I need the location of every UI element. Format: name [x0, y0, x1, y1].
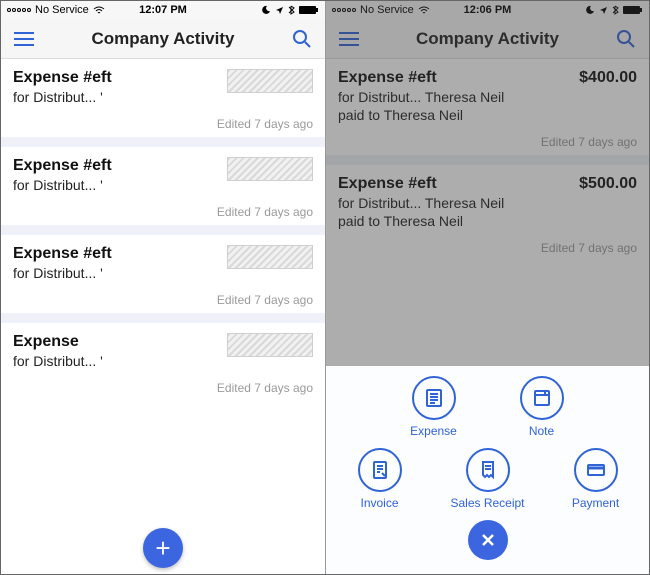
location-icon	[275, 6, 284, 15]
expense-title: Expense #eft	[13, 245, 112, 263]
moon-icon	[261, 5, 271, 15]
search-icon	[292, 29, 312, 49]
expense-subtitle: for Distribut... '	[13, 265, 112, 281]
status-bar: No Service 12:07 PM	[1, 1, 325, 19]
expense-subtitle: for Distribut... '	[13, 353, 103, 369]
expense-title: Expense	[13, 333, 103, 351]
amount-placeholder	[227, 69, 313, 93]
close-sheet-button[interactable]	[468, 520, 508, 560]
search-button[interactable]	[289, 26, 315, 52]
invoice-icon	[369, 459, 391, 481]
sheet-item-note[interactable]: Note	[500, 376, 584, 438]
sheet-item-payment[interactable]: Payment	[554, 448, 638, 510]
sheet-label: Payment	[572, 496, 619, 510]
plus-icon: +	[155, 535, 170, 561]
sheet-label: Invoice	[360, 496, 398, 510]
screen-left: No Service 12:07 PM Company Activity	[1, 1, 325, 574]
amount-placeholder	[227, 157, 313, 181]
expense-title: Expense #eft	[13, 69, 112, 87]
edited-label: Edited 7 days ago	[13, 205, 313, 219]
page-title: Company Activity	[92, 29, 235, 49]
screen-right: No Service 12:06 PM Company Activity	[325, 1, 649, 574]
sheet-item-invoice[interactable]: Invoice	[338, 448, 422, 510]
expense-title: Expense #eft	[13, 157, 112, 175]
list-item[interactable]: Expense #eft for Distribut... ' Edited 7…	[1, 59, 325, 137]
sheet-label: Expense	[410, 424, 457, 438]
sheet-item-sales-receipt[interactable]: Sales Receipt	[446, 448, 530, 510]
list-item[interactable]: Expense for Distribut... ' Edited 7 days…	[1, 323, 325, 401]
sheet-label: Note	[529, 424, 554, 438]
battery-icon	[299, 5, 319, 15]
menu-button[interactable]	[11, 26, 37, 52]
list-separator	[1, 137, 325, 147]
expense-icon	[423, 387, 445, 409]
list-separator	[1, 313, 325, 323]
activity-list[interactable]: Expense #eft for Distribut... ' Edited 7…	[1, 59, 325, 574]
expense-subtitle: for Distribut... '	[13, 89, 112, 105]
list-separator	[1, 225, 325, 235]
payment-icon	[585, 459, 607, 481]
receipt-icon	[477, 459, 499, 481]
signal-dots-icon	[7, 8, 31, 12]
action-sheet: Expense Note Invoice Sales Receipt	[326, 366, 649, 574]
sheet-item-expense[interactable]: Expense	[392, 376, 476, 438]
hamburger-icon	[13, 31, 35, 47]
carrier-label: No Service	[35, 4, 89, 16]
amount-placeholder	[227, 333, 313, 357]
list-item[interactable]: Expense #eft for Distribut... ' Edited 7…	[1, 235, 325, 313]
expense-subtitle: for Distribut... '	[13, 177, 112, 193]
amount-placeholder	[227, 245, 313, 269]
edited-label: Edited 7 days ago	[13, 117, 313, 131]
bluetooth-icon	[288, 5, 295, 15]
edited-label: Edited 7 days ago	[13, 381, 313, 395]
add-button[interactable]: +	[143, 528, 183, 568]
close-icon	[480, 532, 496, 548]
note-icon	[531, 387, 553, 409]
clock-label: 12:07 PM	[139, 4, 187, 16]
sheet-label: Sales Receipt	[450, 496, 524, 510]
edited-label: Edited 7 days ago	[13, 293, 313, 307]
wifi-icon	[93, 6, 105, 15]
nav-bar: Company Activity	[1, 19, 325, 59]
list-item[interactable]: Expense #eft for Distribut... ' Edited 7…	[1, 147, 325, 225]
